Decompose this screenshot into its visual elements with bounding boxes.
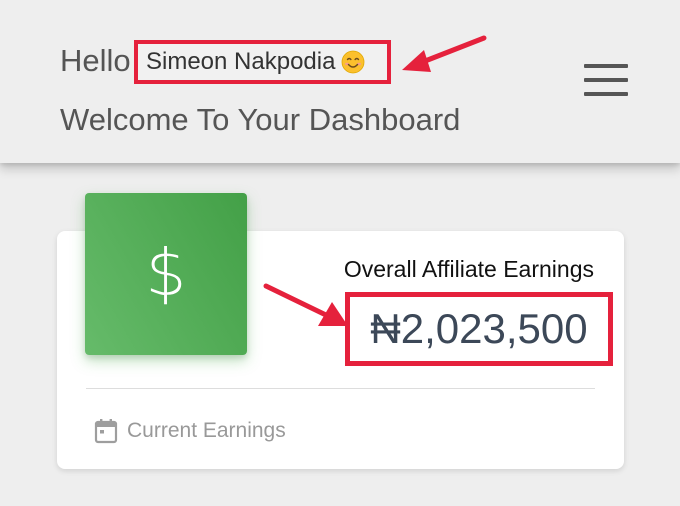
greeting-text: Hello: [60, 43, 131, 78]
earnings-amount-highlight: ₦2,023,500: [345, 292, 613, 366]
footer-label: Current Earnings: [127, 419, 286, 442]
annotation-arrow-amount: [263, 283, 348, 326]
card-divider: [86, 388, 595, 389]
dashboard-page: Hello Simeon Nakpodia Welcome To Your Da…: [0, 0, 680, 506]
earnings-amount: ₦2,023,500: [370, 305, 588, 352]
earnings-title: Overall Affiliate Earnings: [343, 256, 594, 282]
dollar-icon: $: [145, 237, 187, 311]
hamburger-menu-icon[interactable]: [584, 64, 628, 98]
annotation-arrow-name: [402, 35, 487, 72]
smiley-emoji-icon: [342, 50, 365, 74]
card-footer: Current Earnings: [94, 416, 286, 446]
calendar-icon: [94, 419, 118, 444]
welcome-text: Welcome To Your Dashboard: [60, 102, 461, 137]
user-name: Simeon Nakpodia: [146, 48, 336, 75]
user-name-highlight: Simeon Nakpodia: [134, 40, 391, 84]
page-header: Hello Simeon Nakpodia Welcome To Your Da…: [0, 0, 680, 163]
earnings-icon-tile: $: [85, 193, 247, 355]
